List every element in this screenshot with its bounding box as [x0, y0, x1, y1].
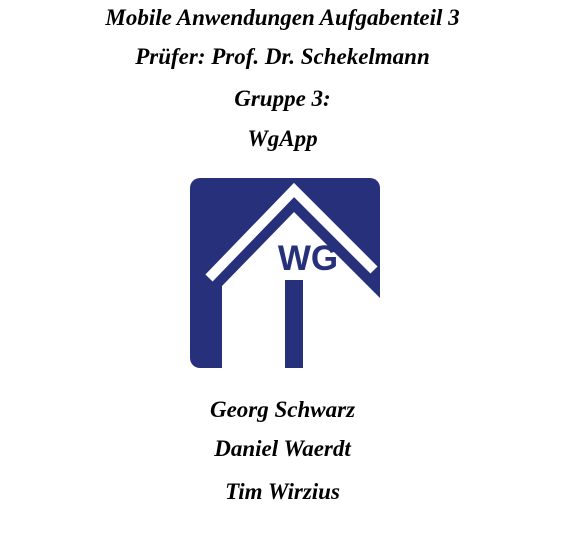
wg-house-logo: WG: [190, 178, 380, 368]
group-line: Gruppe 3:: [234, 86, 331, 111]
author-name: Daniel Waerdt: [214, 436, 351, 461]
app-name: WgApp: [247, 126, 318, 151]
course-title: Mobile Anwendungen Aufgabenteil 3: [105, 5, 460, 30]
examiner-line: Prüfer: Prof. Dr. Schekelmann: [135, 44, 430, 69]
author-name: Georg Schwarz: [209, 397, 356, 422]
author-name: Tim Wirzius: [225, 479, 340, 504]
logo-text: WG: [278, 239, 338, 278]
door-bar: [285, 280, 303, 368]
